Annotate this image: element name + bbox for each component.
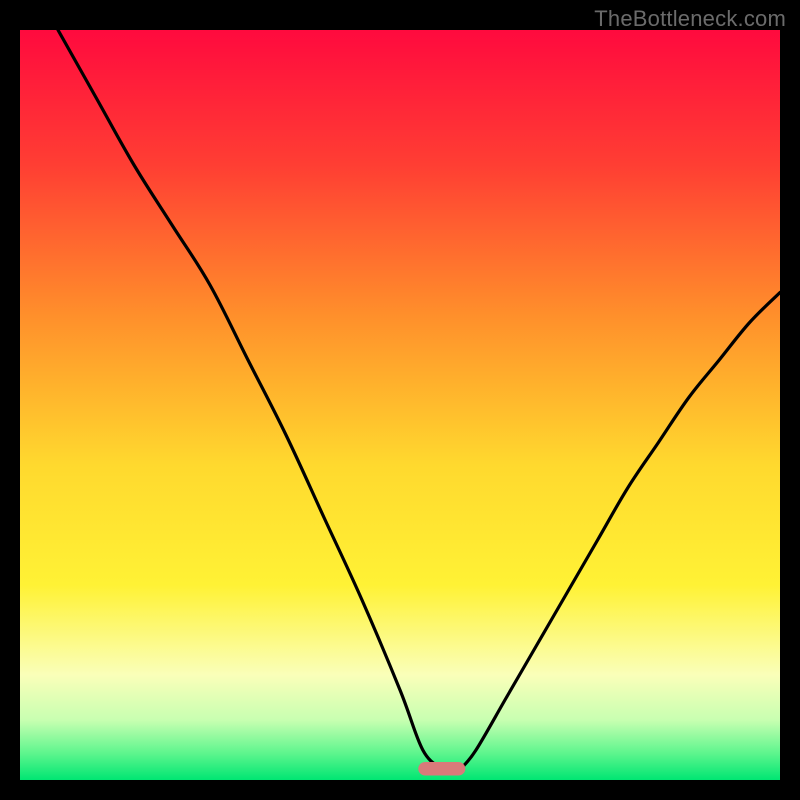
bottleneck-plot: [20, 30, 780, 780]
gradient-background: [20, 30, 780, 780]
chart-frame: TheBottleneck.com: [0, 0, 800, 800]
watermark-text: TheBottleneck.com: [594, 6, 786, 32]
bottleneck-marker: [418, 762, 465, 776]
